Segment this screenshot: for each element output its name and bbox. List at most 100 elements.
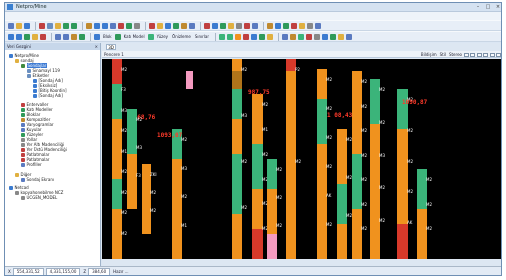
3d-view-icon[interactable] bbox=[330, 33, 337, 40]
layer-blue-icon[interactable] bbox=[251, 33, 258, 40]
delete-icon[interactable] bbox=[204, 22, 210, 29]
section-view-icon[interactable] bbox=[314, 33, 321, 40]
blok-menu[interactable]: Blok bbox=[103, 34, 112, 39]
print-icon[interactable] bbox=[346, 33, 353, 40]
extend-icon[interactable] bbox=[228, 22, 234, 29]
pan-icon[interactable] bbox=[86, 22, 92, 29]
help-icon[interactable] bbox=[315, 22, 321, 29]
cut-icon[interactable] bbox=[39, 22, 45, 29]
plan-view-icon[interactable] bbox=[322, 33, 329, 40]
layer-dark-green-icon[interactable] bbox=[259, 33, 266, 40]
tree-item[interactable]: Profiller bbox=[21, 162, 42, 167]
zoom-out-icon[interactable] bbox=[102, 22, 108, 29]
offset-icon[interactable] bbox=[236, 22, 242, 29]
measure-icon[interactable] bbox=[134, 22, 140, 29]
layer-icon[interactable] bbox=[189, 22, 195, 29]
nav-forward-icon[interactable] bbox=[16, 33, 22, 40]
drillhole-10[interactable]: M2 M2 M2 M2 AK M2 1 08,43 bbox=[317, 59, 352, 259]
sinirlar-menu[interactable]: Sınırlar bbox=[195, 34, 209, 39]
stereo-dropdown[interactable]: Stereo bbox=[449, 52, 462, 57]
onizleme-menu[interactable]: Önizleme bbox=[172, 34, 191, 39]
settings-icon[interactable] bbox=[307, 22, 313, 29]
zoom-extent-icon[interactable] bbox=[110, 22, 116, 29]
undo-icon[interactable] bbox=[63, 22, 69, 29]
yuzey-menu[interactable]: Yüzey bbox=[157, 34, 168, 39]
draw-circle-icon[interactable] bbox=[173, 22, 179, 29]
view-button-6[interactable] bbox=[496, 52, 501, 57]
drillhole-5[interactable] bbox=[186, 59, 193, 259]
solid-icon[interactable] bbox=[298, 33, 305, 40]
tree-item[interactable]: UCGEN_MODEL bbox=[21, 195, 57, 200]
stil-dropdown[interactable]: Stil bbox=[440, 52, 446, 57]
view-button-3[interactable] bbox=[476, 52, 482, 57]
maximize-button[interactable]: □ bbox=[483, 4, 493, 10]
rotate-icon[interactable] bbox=[118, 22, 124, 29]
layer-yellow-icon[interactable] bbox=[267, 33, 274, 40]
layer-orange-icon[interactable] bbox=[235, 33, 242, 40]
drill-icon[interactable] bbox=[282, 33, 289, 40]
profile-icon[interactable] bbox=[299, 22, 305, 29]
drillhole-13[interactable]: M2 M2 M3 M2 M2 bbox=[370, 59, 385, 259]
snap-icon[interactable] bbox=[275, 22, 281, 29]
export-icon[interactable] bbox=[338, 33, 345, 40]
drillhole-3[interactable]: ZKI M2 M2 bbox=[142, 59, 157, 259]
expand-icon[interactable] bbox=[79, 33, 85, 40]
drillhole-8[interactable]: M2 M2 M2 bbox=[267, 59, 282, 259]
drillhole-7[interactable]: M2 M1 M2 M2 M2 M2 987,75 bbox=[248, 59, 270, 259]
view-button-5[interactable] bbox=[489, 52, 495, 57]
view-button-4[interactable] bbox=[483, 52, 488, 57]
paste-icon[interactable] bbox=[55, 22, 61, 29]
copy-icon[interactable] bbox=[47, 22, 53, 29]
close-button[interactable]: × bbox=[493, 4, 501, 10]
ortho-icon[interactable] bbox=[283, 22, 289, 29]
nav-back-icon[interactable] bbox=[8, 33, 14, 40]
view-button-2[interactable] bbox=[470, 52, 475, 57]
draw-polygon-icon[interactable] bbox=[157, 22, 163, 29]
drillhole-interval bbox=[267, 234, 277, 259]
bildisim-dropdown[interactable]: Bildişim bbox=[421, 52, 437, 57]
text-icon[interactable] bbox=[181, 22, 187, 29]
drillhole-1[interactable]: M2 F3 M3 M2 M1 M2 M2 M2 M2 1168,76 bbox=[112, 59, 155, 259]
tree-item[interactable]: [Sondaj Adı] bbox=[33, 93, 63, 98]
move-icon[interactable] bbox=[212, 22, 218, 29]
view-button-1[interactable] bbox=[463, 52, 469, 57]
section-icon[interactable] bbox=[291, 22, 297, 29]
drillhole-12[interactable]: M2 M2 M2 M2 M2 M2 M2 bbox=[352, 59, 367, 259]
stop-icon[interactable] bbox=[40, 33, 46, 40]
select-icon[interactable] bbox=[126, 22, 132, 29]
3d-viewport[interactable]: M2 F3 M3 M2 M1 M2 M2 M2 M2 1168,76 M2 M3 F3 ZKI M2 M2 M2… bbox=[102, 59, 501, 259]
drillhole-15[interactable]: M2 M2 M2 bbox=[417, 59, 432, 259]
drillhole-11[interactable]: M2 M2 M2 bbox=[337, 59, 352, 259]
layer-red-icon[interactable] bbox=[243, 33, 250, 40]
swap-icon[interactable] bbox=[71, 33, 77, 40]
tab-3d[interactable]: 3D bbox=[106, 44, 116, 50]
move-up-icon[interactable] bbox=[55, 33, 61, 40]
layer-green-icon[interactable] bbox=[219, 33, 226, 40]
tree-item[interactable]: Sondaj Ekranı bbox=[21, 177, 54, 182]
drillhole-9[interactable]: P2 M2 bbox=[286, 59, 301, 259]
join-icon[interactable] bbox=[252, 22, 258, 29]
layer-green-2-icon[interactable] bbox=[227, 33, 234, 40]
zoom-in-icon[interactable] bbox=[94, 22, 100, 29]
open-folder-icon[interactable] bbox=[16, 22, 22, 29]
refresh-icon[interactable] bbox=[24, 33, 30, 40]
trim-icon[interactable] bbox=[220, 22, 226, 29]
drillhole-6[interactable]: M2 M3 M2 M2 bbox=[232, 59, 247, 259]
new-file-icon[interactable] bbox=[8, 22, 14, 29]
composite-icon[interactable] bbox=[290, 33, 297, 40]
minimize-button[interactable]: – bbox=[473, 4, 483, 10]
drillhole-4[interactable]: M2 M3 M2 M1 1093,07 bbox=[157, 59, 187, 259]
break-icon[interactable] bbox=[244, 22, 250, 29]
drillhole-2[interactable]: M2 M3 F3 bbox=[127, 59, 142, 259]
interval-icon[interactable] bbox=[306, 33, 313, 40]
kati-model-menu[interactable]: Katı Model bbox=[124, 34, 145, 39]
save-icon[interactable] bbox=[24, 22, 30, 29]
grid-icon[interactable] bbox=[267, 22, 273, 29]
home-icon[interactable] bbox=[32, 33, 38, 40]
draw-point-icon[interactable] bbox=[165, 22, 171, 29]
move-down-icon[interactable] bbox=[63, 33, 69, 40]
redo-icon[interactable] bbox=[71, 22, 77, 29]
drillhole-14[interactable]: M2 M2 M2 M2 AK 1090,87 bbox=[397, 59, 427, 259]
draw-line-icon[interactable] bbox=[149, 22, 155, 29]
panel-close-icon[interactable]: × bbox=[95, 43, 98, 50]
